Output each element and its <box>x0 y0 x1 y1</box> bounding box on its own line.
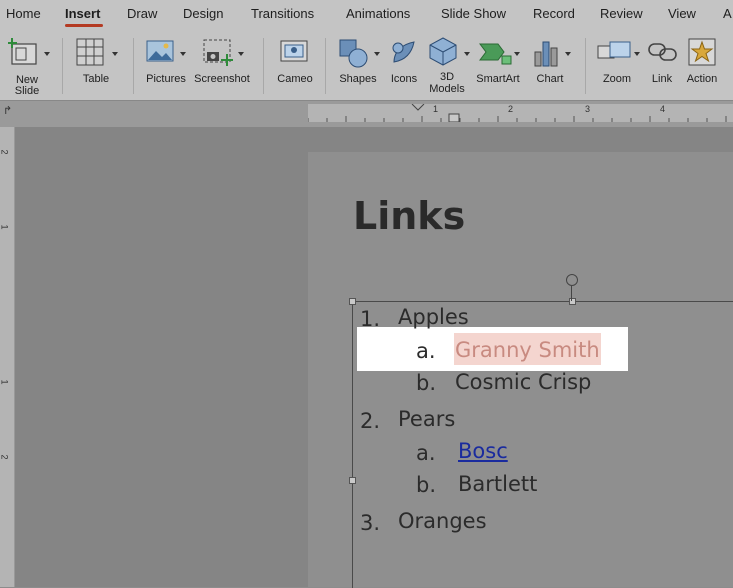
list-item-oranges[interactable]: Oranges <box>398 509 487 533</box>
ruler-corner-icon: ↱ <box>3 105 13 117</box>
ruler-mark-4: 4 <box>660 104 666 114</box>
menu-bar: Home Insert Draw Design Transitions Anim… <box>0 0 733 30</box>
ribbon-separator <box>585 38 586 94</box>
chevron-down-icon <box>180 52 186 56</box>
rotate-handle-icon[interactable] <box>566 274 578 286</box>
tab-animations[interactable]: Animations <box>346 6 410 21</box>
tab-overflow[interactable]: A <box>723 6 732 21</box>
tab-transitions[interactable]: Transitions <box>251 6 314 21</box>
pictures-label: Pictures <box>146 73 186 85</box>
list-number: 3. <box>360 511 381 535</box>
zoom-label: Zoom <box>602 73 632 85</box>
table-label: Table <box>82 73 110 85</box>
smartart-button[interactable]: SmartArt <box>474 34 530 94</box>
ruler-mark-3: 3 <box>585 104 591 114</box>
cameo-icon <box>280 40 308 62</box>
list-item-cosmic-crisp[interactable]: Cosmic Crisp <box>455 370 591 394</box>
chevron-down-icon <box>634 52 640 56</box>
list-letter: b. <box>416 473 437 497</box>
list-item-granny-smith[interactable]: Granny Smith <box>455 338 600 362</box>
3d-models-button[interactable]: 3D Models <box>424 34 474 98</box>
action-star-icon <box>688 38 716 66</box>
list-number: 1. <box>360 307 381 331</box>
link-button[interactable]: Link <box>644 34 680 94</box>
action-label: Action <box>686 73 718 85</box>
list-item-bosc-link[interactable]: Bosc <box>458 439 508 463</box>
tab-draw[interactable]: Draw <box>127 6 157 21</box>
pictures-icon <box>146 40 174 62</box>
new-slide-label: New Slide <box>14 74 40 97</box>
cameo-label: Cameo <box>277 73 313 85</box>
screenshot-icon <box>203 39 233 66</box>
smartart-label: SmartArt <box>476 73 520 85</box>
horizontal-ruler[interactable]: 1 2 3 4 <box>308 104 733 122</box>
3d-cube-icon <box>429 37 457 66</box>
tab-view[interactable]: View <box>668 6 696 21</box>
chevron-down-icon <box>238 52 244 56</box>
list-letter: a. <box>416 339 436 363</box>
table-icon <box>76 38 104 66</box>
list-item-apples[interactable]: Apples <box>398 305 469 329</box>
vruler-mark: 2 <box>0 454 10 460</box>
zoom-icon <box>597 41 631 59</box>
resize-handle-top-left[interactable] <box>349 298 356 305</box>
chevron-down-icon <box>464 52 470 56</box>
ribbon-separator <box>325 38 326 94</box>
list-item-pears[interactable]: Pears <box>398 407 455 431</box>
vruler-mark: 1 <box>0 224 10 230</box>
chevron-down-icon <box>514 52 520 56</box>
ribbon-separator <box>133 38 134 94</box>
chart-label: Chart <box>536 73 564 85</box>
ribbon-separator <box>62 38 63 94</box>
new-slide-button[interactable]: New Slide <box>4 34 54 98</box>
screenshot-button[interactable]: Screenshot <box>194 34 252 94</box>
list-item-bartlett[interactable]: Bartlett <box>458 472 537 496</box>
slide-title[interactable]: Links <box>353 194 465 238</box>
tab-design[interactable]: Design <box>183 6 223 21</box>
cameo-button[interactable]: Cameo <box>272 34 318 94</box>
link-label: Link <box>651 73 673 85</box>
tab-insert[interactable]: Insert <box>65 6 100 21</box>
rotate-handle-line <box>571 286 572 301</box>
vruler-mark: 2 <box>0 149 10 155</box>
icons-label: Icons <box>390 73 418 85</box>
chevron-down-icon <box>374 52 380 56</box>
icons-button[interactable]: Icons <box>384 34 424 94</box>
chevron-down-icon <box>112 52 118 56</box>
table-button[interactable]: Table <box>72 34 122 94</box>
chevron-down-icon <box>44 52 50 56</box>
tab-review[interactable]: Review <box>600 6 643 21</box>
ribbon: New Slide Table Pictures Screenshot Came… <box>0 30 733 100</box>
tab-record[interactable]: Record <box>533 6 575 21</box>
list-letter: a. <box>416 441 436 465</box>
list-letter: b. <box>416 371 437 395</box>
vruler-mark: 1 <box>0 379 10 385</box>
zoom-button[interactable]: Zoom <box>594 34 642 94</box>
pictures-button[interactable]: Pictures <box>142 34 192 94</box>
chart-button[interactable]: Chart <box>528 34 574 94</box>
shapes-icon <box>339 39 368 68</box>
ruler-ticks <box>308 104 727 122</box>
list-number: 2. <box>360 409 381 433</box>
new-slide-icon <box>8 38 37 65</box>
vertical-ruler[interactable]: 2 1 1 2 <box>0 127 15 587</box>
resize-handle-left[interactable] <box>349 477 356 484</box>
smartart-icon <box>479 43 512 65</box>
chart-icon <box>534 41 558 67</box>
ruler-mark-2: 2 <box>508 104 514 114</box>
icons-icon <box>392 41 415 63</box>
action-button[interactable]: Action <box>682 34 722 94</box>
3d-models-label: 3D Models <box>429 71 465 95</box>
ruler-mark-1: 1 <box>433 104 439 114</box>
link-icon <box>648 43 677 61</box>
shapes-label: Shapes <box>339 73 377 85</box>
active-tab-indicator <box>65 24 103 27</box>
screenshot-label: Screenshot <box>194 73 250 85</box>
shapes-button[interactable]: Shapes <box>334 34 384 94</box>
ribbon-separator <box>263 38 264 94</box>
tab-slide-show[interactable]: Slide Show <box>441 6 506 21</box>
chevron-down-icon <box>565 52 571 56</box>
tab-home[interactable]: Home <box>6 6 41 21</box>
